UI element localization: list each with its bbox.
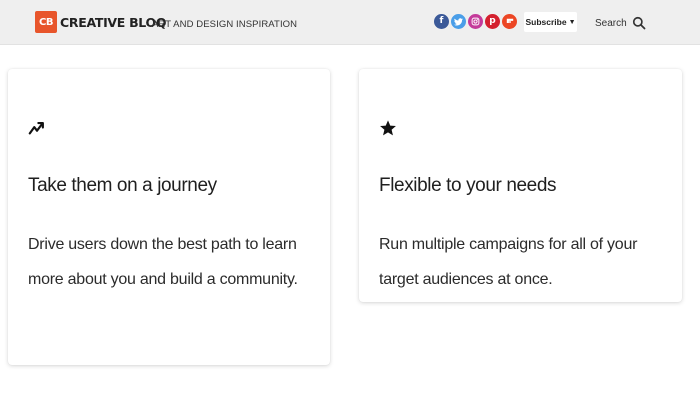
logo-wordmark: CREATIVE BLOQ bbox=[60, 14, 167, 30]
feature-card-journey: Take them on a journey Drive users down … bbox=[8, 69, 330, 365]
card-description: Drive users down the best path to learn … bbox=[28, 236, 298, 288]
subscribe-label: Subscribe bbox=[525, 17, 567, 27]
star-icon bbox=[380, 120, 396, 136]
chevron-down-icon: ▼ bbox=[568, 18, 576, 26]
feature-card-flexible: Flexible to your needs Run multiple camp… bbox=[359, 69, 682, 302]
card-title: Take them on a journey bbox=[28, 175, 217, 196]
twitter-icon[interactable] bbox=[451, 14, 466, 29]
logo-badge: CB bbox=[35, 11, 57, 33]
flipboard-icon[interactable] bbox=[502, 14, 517, 29]
subscribe-button[interactable]: Subscribe ▼ bbox=[524, 12, 577, 32]
instagram-camera-glyph bbox=[471, 17, 480, 26]
social-links: f p bbox=[434, 14, 517, 29]
facebook-icon[interactable]: f bbox=[434, 14, 449, 29]
site-header: CB CREATIVE BLOQ ART AND DESIGN INSPIRAT… bbox=[0, 0, 700, 45]
site-logo[interactable]: CB CREATIVE BLOQ bbox=[35, 11, 166, 33]
pinterest-icon[interactable]: p bbox=[485, 14, 500, 29]
search-button[interactable]: Search bbox=[595, 14, 646, 32]
search-icon bbox=[632, 16, 646, 30]
twitter-bird-glyph bbox=[454, 17, 463, 26]
site-tagline: ART AND DESIGN INSPIRATION bbox=[152, 19, 298, 30]
instagram-icon[interactable] bbox=[468, 14, 483, 29]
card-description: Run multiple campaigns for all of your t… bbox=[379, 236, 638, 288]
search-label: Search bbox=[595, 17, 627, 29]
trending-arrow-icon bbox=[28, 121, 44, 135]
card-title: Flexible to your needs bbox=[379, 175, 557, 196]
flipboard-glyph bbox=[506, 18, 513, 23]
